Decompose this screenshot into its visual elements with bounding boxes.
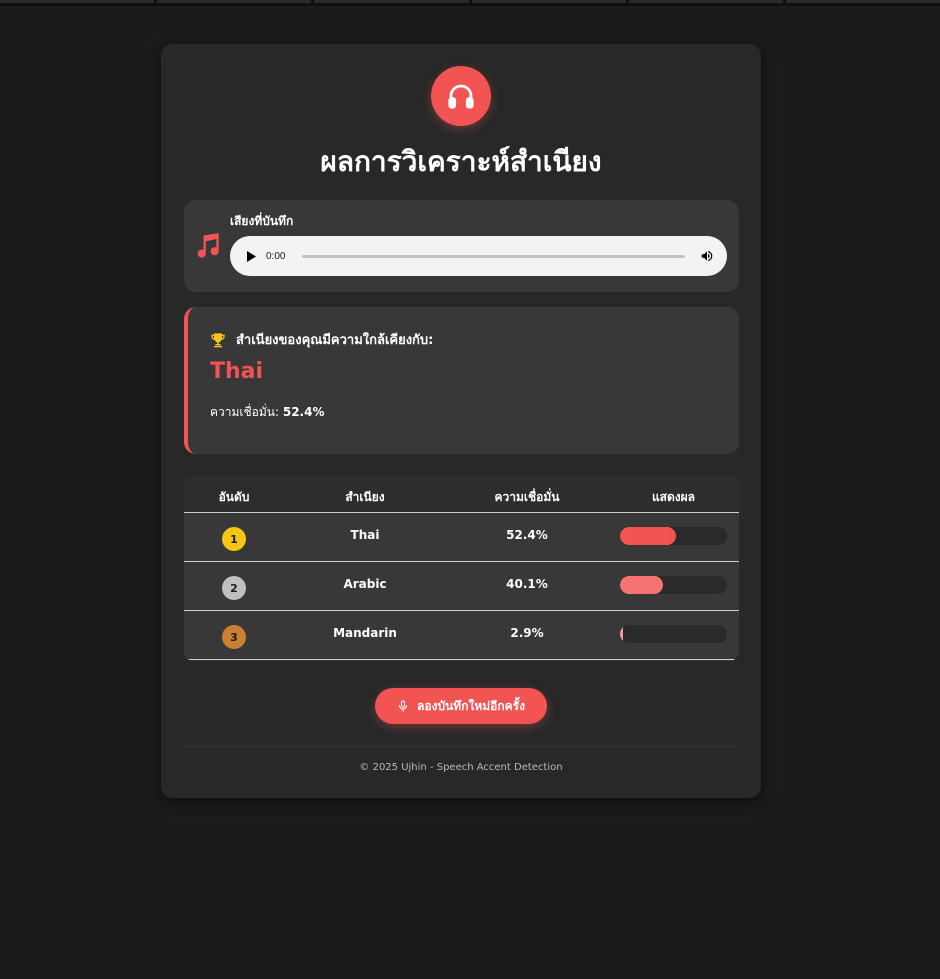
rank-badge: 2 [222, 576, 246, 600]
microphone-icon [397, 699, 409, 713]
confidence-bar-track [620, 527, 727, 545]
confidence-line: ความเชื่อมั่น: 52.4% [210, 403, 325, 422]
retry-record-button[interactable]: ลองบันทึกใหม่อีกครั้ง [375, 688, 547, 724]
confidence-label: ความเชื่อมั่น: [210, 405, 280, 419]
top-result-panel: สำเนียงของคุณมีความใกล้เคียงกับ: Thai คว… [184, 307, 739, 454]
headphones-icon [431, 66, 491, 126]
confidence-bar-track [620, 576, 727, 594]
accent-cell: Arabic [343, 577, 387, 591]
header-display: แสดงผล [651, 490, 696, 504]
table-row: 1 Thai 52.4% [184, 513, 739, 562]
confidence-bar-fill [620, 576, 663, 594]
recorded-audio-panel: เสียงที่บันทึก 0:00 [184, 200, 739, 292]
play-icon[interactable] [244, 249, 258, 263]
page-title: ผลการวิเคราะห์สำเนียง [320, 145, 602, 178]
confidence-cell: 52.4% [506, 528, 548, 542]
confidence-bar-track [620, 625, 727, 643]
result-heading-row: สำเนียงของคุณมีความใกล้เคียงกับ: [210, 329, 433, 350]
rank-badge: 3 [222, 625, 246, 649]
accent-cell: Mandarin [333, 626, 397, 640]
result-heading: สำเนียงของคุณมีความใกล้เคียงกับ: [236, 333, 434, 348]
header-confidence: ความเชื่อมั่น [494, 490, 560, 504]
table-header: อันดับ สำเนียง ความเชื่อมั่น แสดงผล [184, 476, 739, 513]
retry-label: ลองบันทึกใหม่อีกครั้ง [417, 698, 525, 713]
header-accent: สำเนียง [345, 490, 385, 504]
confidence-bar-fill [620, 625, 624, 643]
music-note-icon [193, 232, 221, 264]
rank-badge: 1 [222, 527, 246, 551]
table-row: 3 Mandarin 2.9% [184, 611, 739, 660]
trophy-icon [210, 332, 226, 348]
table-row: 2 Arabic 40.1% [184, 562, 739, 611]
header-rank: อันดับ [218, 490, 250, 504]
browser-tab-strip [0, 0, 940, 6]
confidence-value: 52.4% [282, 405, 325, 419]
accent-cell: Thai [350, 528, 380, 542]
footer-divider [184, 746, 739, 747]
audio-time: 0:00 [266, 250, 286, 262]
confidence-cell: 2.9% [510, 626, 544, 640]
confidence-cell: 40.1% [506, 577, 548, 591]
footer-text: © 2025 Ujhin - Speech Accent Detection [359, 762, 563, 773]
results-table: อันดับ สำเนียง ความเชื่อมั่น แสดงผล 1 Th… [184, 476, 739, 661]
volume-icon[interactable] [699, 248, 715, 264]
audio-label: เสียงที่บันทึก [230, 214, 294, 228]
detected-accent: Thai [210, 359, 264, 384]
audio-progress-bar[interactable] [302, 254, 685, 258]
audio-player[interactable]: 0:00 [230, 236, 727, 276]
confidence-bar-fill [620, 527, 677, 545]
result-card: ผลการวิเคราะห์สำเนียง เสียงที่บันทึก 0:0… [161, 44, 761, 798]
